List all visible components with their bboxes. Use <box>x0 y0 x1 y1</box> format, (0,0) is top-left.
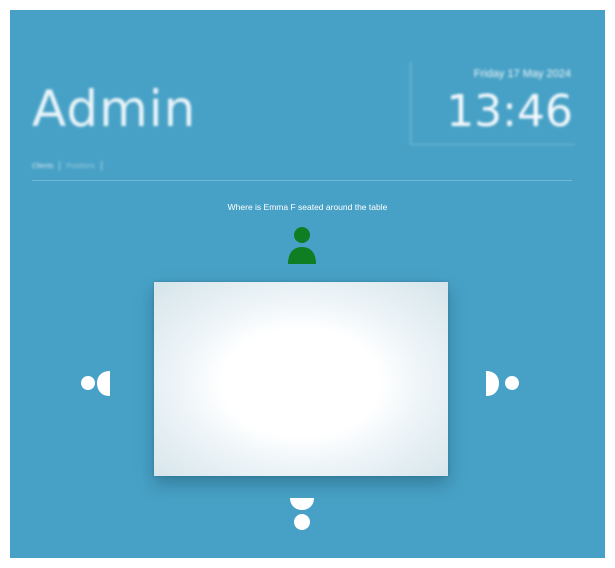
tab-separator <box>100 161 102 171</box>
seat-bottom-icon <box>290 498 314 530</box>
seat-top[interactable] <box>287 224 317 264</box>
app-screen: Admin Friday 17 May 2024 13:46 Clients P… <box>10 10 605 558</box>
seat-right-icon <box>486 371 519 396</box>
tab-positions[interactable]: Positions <box>66 163 94 170</box>
person-icon <box>288 227 316 264</box>
page-title: Admin <box>32 80 197 138</box>
tab-bar: Clients Positions <box>32 156 102 176</box>
question-text: Where is Emma F seated around the table <box>227 202 388 212</box>
clock-date: Friday 17 May 2024 <box>473 68 571 80</box>
seat-left-icon <box>81 371 110 396</box>
clock-widget: Friday 17 May 2024 13:46 <box>410 62 575 145</box>
header-divider <box>32 180 572 181</box>
seat-left[interactable] <box>80 370 120 398</box>
tab-clients[interactable]: Clients <box>32 163 53 170</box>
clock-time: 13:46 <box>446 86 573 137</box>
seat-bottom[interactable] <box>289 496 315 532</box>
seat-right[interactable] <box>484 370 524 398</box>
tab-separator <box>59 161 61 171</box>
meeting-table <box>154 282 448 476</box>
